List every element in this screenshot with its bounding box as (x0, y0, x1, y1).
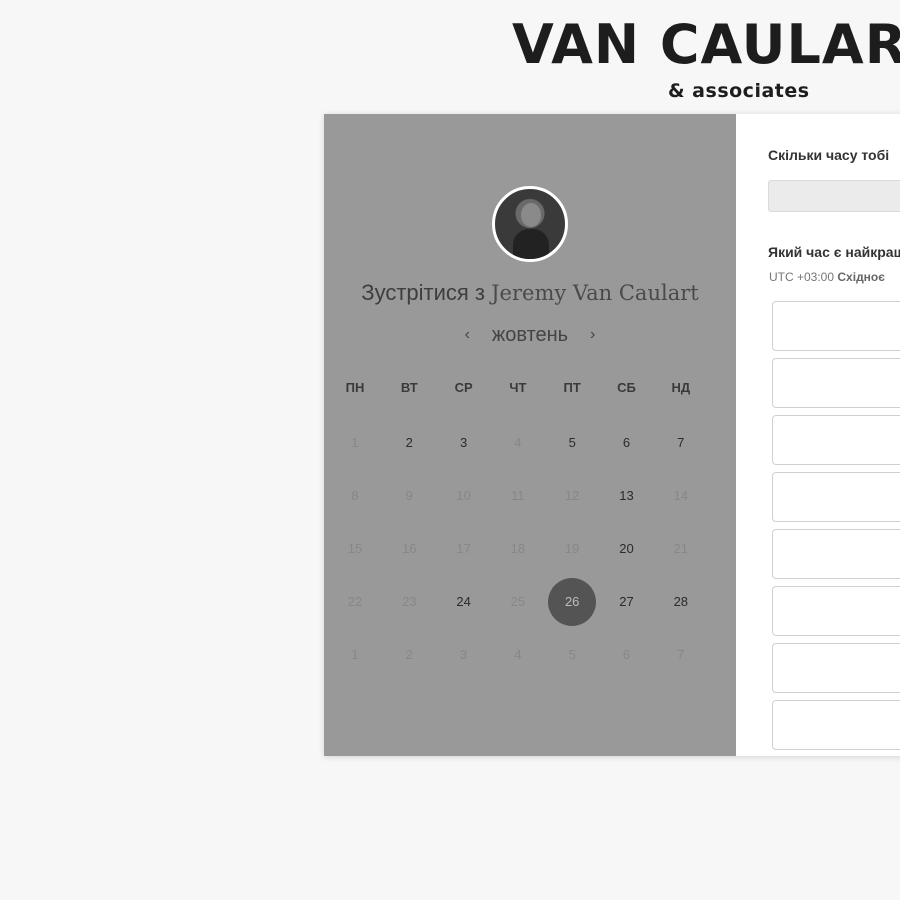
weekday-label: ПН (345, 380, 365, 395)
time-slot-button[interactable] (772, 586, 900, 636)
calendar-day: 6 (622, 647, 631, 662)
month-label: жовтень (491, 324, 569, 346)
calendar-day[interactable]: 13 (603, 472, 651, 520)
calendar-day: 23 (402, 594, 417, 609)
time-slot-button[interactable] (772, 301, 900, 351)
calendar-day[interactable]: 28 (657, 578, 705, 626)
calendar-day[interactable]: 24 (440, 578, 488, 626)
calendar-day: 16 (402, 541, 417, 556)
calendar-day: 18 (510, 541, 526, 556)
meeting-title: Зустрітися з Jeremy Van Caulart (324, 280, 736, 306)
calendar-day: 5 (568, 647, 576, 662)
calendar-day: 7 (677, 647, 685, 662)
calendar-day: 14 (673, 488, 689, 503)
calendar-day[interactable]: 6 (603, 419, 651, 467)
calendar-day: 4 (514, 647, 522, 662)
calendar-day: 3 (459, 647, 468, 662)
calendar-day: 4 (514, 435, 522, 450)
timezone-offset: UTC +03:00 (769, 270, 835, 284)
meeting-prefix: Зустрітися з (361, 280, 486, 305)
chevron-left-icon[interactable]: ‹ (456, 326, 478, 344)
calendar-day[interactable]: 2 (385, 419, 433, 467)
calendar-panel: Зустрітися з Jeremy Van Caulart ‹ жовтен… (324, 114, 736, 756)
avatar-body (513, 229, 549, 259)
time-slot-button[interactable] (772, 472, 900, 522)
calendar-day: 2 (405, 647, 413, 662)
time-slot-button[interactable] (772, 415, 900, 465)
calendar-day: 9 (405, 488, 413, 503)
calendar-day[interactable]: 20 (603, 525, 651, 573)
brand-name: VAN CAULAR (512, 13, 900, 76)
calendar-day: 8 (351, 488, 359, 503)
calendar-day: 22 (347, 594, 363, 609)
weekday-label: СБ (617, 380, 636, 395)
time-question: Який час є найкращ (768, 244, 900, 260)
calendar-day[interactable]: 3 (440, 419, 488, 467)
calendar-day: 11 (511, 488, 525, 503)
host-name: Jeremy Van Caulart (491, 281, 699, 305)
calendar-day: 1 (351, 435, 359, 450)
month-navigation: ‹ жовтень › (324, 324, 736, 352)
time-slot-button[interactable] (772, 643, 900, 693)
time-slot-button[interactable] (772, 358, 900, 408)
avatar (492, 186, 568, 262)
calendar-day: 17 (456, 541, 471, 556)
calendar-day[interactable]: 27 (603, 578, 651, 626)
booking-panel: Скільки часу тобі Який час є найкращ UTC… (736, 114, 900, 756)
calendar-day: 1 (351, 647, 359, 662)
scheduler-card: Зустрітися з Jeremy Van Caulart ‹ жовтен… (324, 114, 900, 756)
calendar-day: 25 (510, 594, 526, 609)
avatar-head (521, 203, 541, 227)
calendar-day: 12 (564, 488, 580, 503)
brand-subtitle: & associates (668, 80, 810, 102)
timezone-label: UTC +03:00 Східноє (769, 270, 885, 284)
calendar-day[interactable]: 5 (548, 419, 596, 467)
calendar-day: 19 (564, 541, 580, 556)
weekday-header: ПН ВТ СР ЧТ ПТ СБ НД (328, 380, 736, 400)
duration-question: Скільки часу тобі (768, 147, 890, 163)
weekday-label: ЧТ (509, 380, 527, 395)
weekday-label: ВТ (400, 380, 418, 395)
chevron-right-icon[interactable]: › (582, 326, 604, 344)
calendar-day[interactable]: 7 (657, 419, 705, 467)
timezone-name: Східноє (837, 270, 885, 284)
calendar-day: 10 (456, 488, 471, 503)
calendar-day-selected[interactable]: 26 (548, 578, 597, 626)
time-slot-button[interactable] (772, 529, 900, 579)
time-slot-button[interactable] (772, 700, 900, 750)
calendar-day: 15 (347, 541, 363, 556)
calendar-day: 21 (673, 541, 689, 556)
weekday-label: СР (454, 380, 473, 395)
duration-select[interactable] (768, 180, 900, 212)
weekday-label: НД (671, 380, 691, 395)
weekday-label: ПТ (563, 380, 581, 395)
